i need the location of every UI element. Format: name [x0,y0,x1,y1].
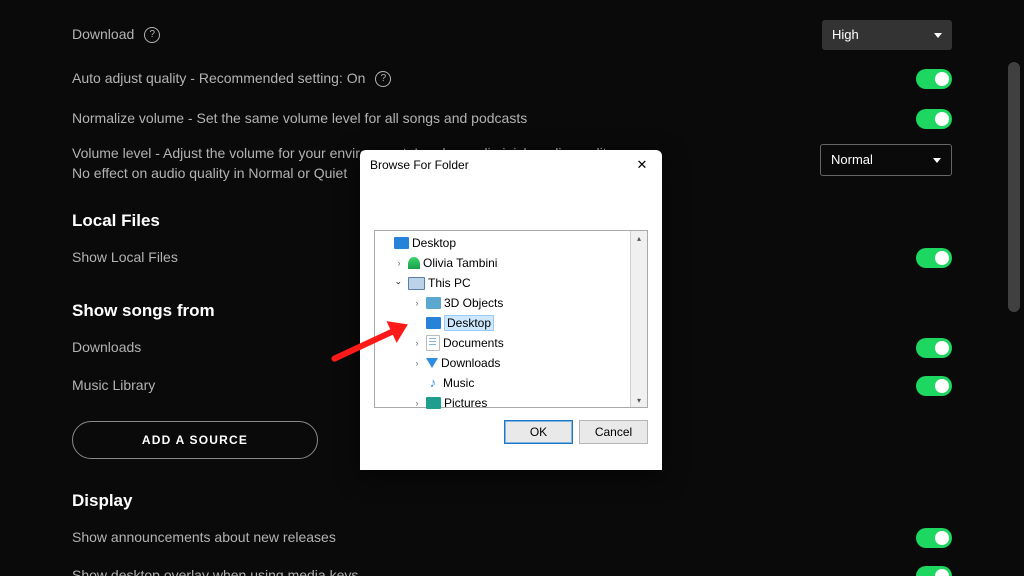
tree-label-selected: Desktop [444,315,494,331]
close-icon: ✕ [637,157,648,173]
auto-adjust-label: Auto adjust quality - Recommended settin… [72,69,365,89]
download-quality-select[interactable]: High [822,20,952,50]
tree-label: Documents [443,336,504,350]
normalize-label: Normalize volume - Set the same volume l… [72,109,527,129]
tree-row-3dobjects[interactable]: › 3D Objects [375,293,630,313]
overlay-row: Show desktop overlay when using media ke… [72,559,952,576]
auto-adjust-row: Auto adjust quality - Recommended settin… [72,62,952,96]
volume-level-select[interactable]: Normal [820,144,952,176]
show-local-files-label: Show Local Files [72,248,178,268]
desktop-icon [426,317,441,329]
tree-row-documents[interactable]: › Documents [375,333,630,353]
scroll-down-icon[interactable]: ▾ [637,393,641,407]
scroll-up-icon[interactable]: ▴ [637,231,641,245]
ok-button[interactable]: OK [504,420,573,444]
tree-label: Music [443,376,474,390]
folder-tree: Desktop › Olivia Tambini › This PC › 3D … [374,230,648,408]
expander-icon[interactable]: › [411,358,423,368]
tree-label: Desktop [412,236,456,250]
show-local-files-toggle[interactable] [916,248,952,268]
tree-row-pictures[interactable]: › Pictures [375,393,630,413]
user-icon [408,257,420,269]
documents-icon [426,335,440,351]
dialog-buttons: OK Cancel [360,408,662,444]
tree-row-user[interactable]: › Olivia Tambini [375,253,630,273]
overlay-label: Show desktop overlay when using media ke… [72,566,358,576]
expander-open-icon[interactable]: › [394,277,404,289]
tree-row-desktop-root[interactable]: Desktop [375,233,630,253]
chevron-down-icon [933,158,941,163]
tree-label: Pictures [444,396,487,410]
dialog-title: Browse For Folder [370,158,469,172]
overlay-toggle[interactable] [916,566,952,576]
tree-label: This PC [428,276,471,290]
cancel-label: Cancel [595,425,632,439]
tree-row-music[interactable]: ♪ Music [375,373,630,393]
download-row: Download ? High [72,18,952,52]
display-heading: Display [72,489,952,513]
tree-scrollbar[interactable]: ▴ ▾ [630,231,647,407]
normalize-toggle[interactable] [916,109,952,129]
downloads-toggle[interactable] [916,338,952,358]
dialog-close-button[interactable]: ✕ [622,150,662,180]
tree-row-desktop-selected[interactable]: Desktop [375,313,630,333]
download-quality-value: High [832,26,859,44]
downloads-label: Downloads [72,338,141,358]
chevron-down-icon [934,33,942,38]
announcements-row: Show announcements about new releases [72,521,952,555]
desktop-icon [394,237,409,249]
thispc-icon [408,277,425,290]
browse-folder-dialog: Browse For Folder ✕ Desktop › Olivia Tam… [360,150,662,470]
expander-icon[interactable]: › [411,338,423,348]
downloads-icon [426,358,438,368]
cancel-button[interactable]: Cancel [579,420,648,444]
tree-label: 3D Objects [444,296,503,310]
help-icon[interactable]: ? [375,71,391,87]
music-library-label: Music Library [72,376,155,396]
tree-label: Olivia Tambini [423,256,497,270]
announcements-label: Show announcements about new releases [72,528,336,548]
ok-label: OK [530,425,547,439]
normalize-row: Normalize volume - Set the same volume l… [72,102,952,136]
help-icon[interactable]: ? [144,27,160,43]
pictures-icon [426,397,441,409]
add-source-label: ADD A SOURCE [142,432,248,449]
dialog-titlebar[interactable]: Browse For Folder ✕ [360,150,662,180]
add-source-button[interactable]: ADD A SOURCE [72,421,318,459]
music-icon: ♪ [426,377,440,389]
tree-row-downloads[interactable]: › Downloads [375,353,630,373]
expander-icon[interactable]: › [411,398,423,408]
tree-label: Downloads [441,356,500,370]
auto-adjust-toggle[interactable] [916,69,952,89]
expander-icon[interactable]: › [393,258,405,268]
page-scrollbar[interactable] [1008,62,1020,312]
3dobjects-icon [426,297,441,309]
announcements-toggle[interactable] [916,528,952,548]
music-library-toggle[interactable] [916,376,952,396]
volume-level-value: Normal [831,151,873,169]
tree-row-thispc[interactable]: › This PC [375,273,630,293]
expander-icon[interactable]: › [411,298,423,308]
download-label: Download [72,25,134,45]
